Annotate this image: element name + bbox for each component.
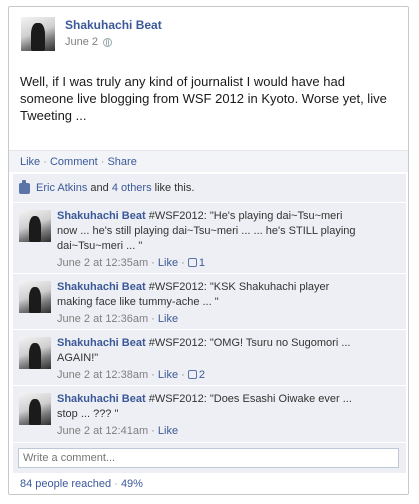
post-reach: 84 people reached · 49%: [20, 478, 143, 490]
write-comment-row: [13, 443, 406, 473]
post-actions: Like · Comment · Share: [9, 150, 408, 172]
commenter-name[interactable]: Shakuhachi Beat: [57, 210, 146, 222]
likers-others-link[interactable]: 4 others: [112, 182, 152, 194]
separator: ·: [43, 156, 47, 168]
commenter-avatar[interactable]: [19, 281, 51, 313]
comment-link[interactable]: Comment: [50, 156, 98, 168]
liker-name[interactable]: Eric Atkins: [36, 182, 87, 194]
ufi-feed: Eric Atkins and 4 others like this. Shak…: [13, 174, 406, 473]
separator: ·: [114, 478, 118, 490]
reach-percent[interactable]: 49%: [121, 478, 143, 490]
comment-like-count[interactable]: 2: [199, 369, 205, 381]
share-link[interactable]: Share: [107, 156, 136, 168]
post-date[interactable]: June 2: [65, 36, 98, 48]
thumbs-up-icon: [187, 258, 197, 267]
comment-like-link[interactable]: Like: [158, 257, 178, 269]
separator: ·: [100, 156, 105, 168]
likes-suffix: like this.: [154, 182, 195, 194]
author-avatar[interactable]: [21, 17, 55, 51]
comment-item: Shakuhachi Beat #WSF2012: "KSK Shakuhach…: [13, 274, 406, 330]
commenter-name[interactable]: Shakuhachi Beat: [57, 337, 146, 349]
comment-like-link[interactable]: Like: [158, 313, 178, 325]
comment-item: Shakuhachi Beat #WSF2012: "OMG! Tsuru no…: [13, 330, 406, 386]
commenter-name[interactable]: Shakuhachi Beat: [57, 393, 146, 405]
write-comment-input[interactable]: [18, 448, 399, 468]
post-card: Shakuhachi Beat June 2 Well, if I was tr…: [8, 6, 409, 495]
commenter-avatar[interactable]: [19, 210, 51, 242]
comment-time[interactable]: June 2 at 12:36am: [57, 313, 148, 325]
comment-like-link[interactable]: Like: [158, 369, 178, 381]
comment-time[interactable]: June 2 at 12:38am: [57, 369, 148, 381]
likes-summary: Eric Atkins and 4 others like this.: [13, 174, 406, 203]
thumbs-up-icon: [19, 179, 30, 194]
comment-like-count[interactable]: 1: [199, 257, 205, 269]
comment-item: Shakuhachi Beat #WSF2012: "He's playing …: [13, 203, 406, 274]
commenter-name[interactable]: Shakuhachi Beat: [57, 281, 146, 293]
post-text: Well, if I was truly any kind of journal…: [20, 74, 387, 123]
comment-item: Shakuhachi Beat #WSF2012: "Does Esashi O…: [13, 386, 406, 443]
thumbs-up-icon: [187, 370, 197, 379]
commenter-avatar[interactable]: [19, 337, 51, 369]
comment-time[interactable]: June 2 at 12:41am: [57, 425, 148, 437]
post-meta: June 2: [65, 36, 113, 48]
public-globe-icon: [103, 37, 113, 47]
people-reached-link[interactable]: 84 people reached: [20, 478, 111, 490]
comment-time[interactable]: June 2 at 12:35am: [57, 257, 148, 269]
comment-like-link[interactable]: Like: [158, 425, 178, 437]
post-author[interactable]: Shakuhachi Beat: [65, 18, 162, 32]
commenter-avatar[interactable]: [19, 393, 51, 425]
likes-and-text: and: [90, 182, 109, 194]
like-link[interactable]: Like: [20, 156, 40, 168]
